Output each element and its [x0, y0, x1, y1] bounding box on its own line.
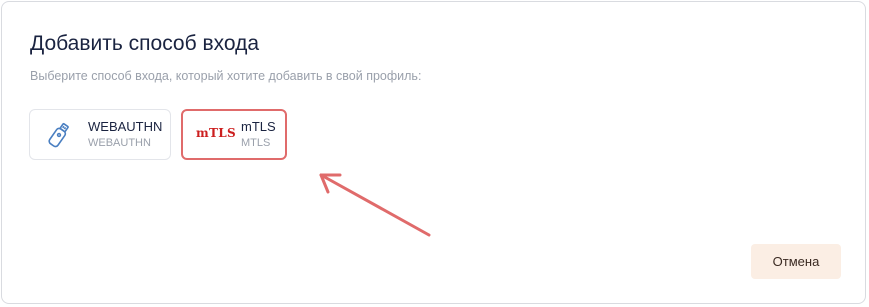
cancel-button[interactable]: Отмена — [751, 244, 841, 279]
usb-key-icon — [48, 122, 69, 148]
annotation-arrow — [319, 173, 431, 237]
method-card-webauthn[interactable]: WEBAUTHN WEBAUTHN — [29, 109, 171, 160]
mtls-logo: mTLS — [196, 126, 236, 140]
method-type: MTLS — [241, 137, 271, 149]
method-name: WEBAUTHN — [88, 119, 163, 134]
dialog-title: Добавить способ входа — [30, 32, 260, 55]
add-login-method-dialog: Добавить способ входа Выберите способ вх… — [1, 1, 866, 304]
method-type: WEBAUTHN — [88, 137, 151, 149]
method-name: mTLS — [241, 119, 276, 134]
method-card-mtls[interactable]: mTLS mTLS MTLS — [181, 109, 287, 160]
dialog-subtitle: Выберите способ входа, который хотите до… — [30, 69, 422, 83]
